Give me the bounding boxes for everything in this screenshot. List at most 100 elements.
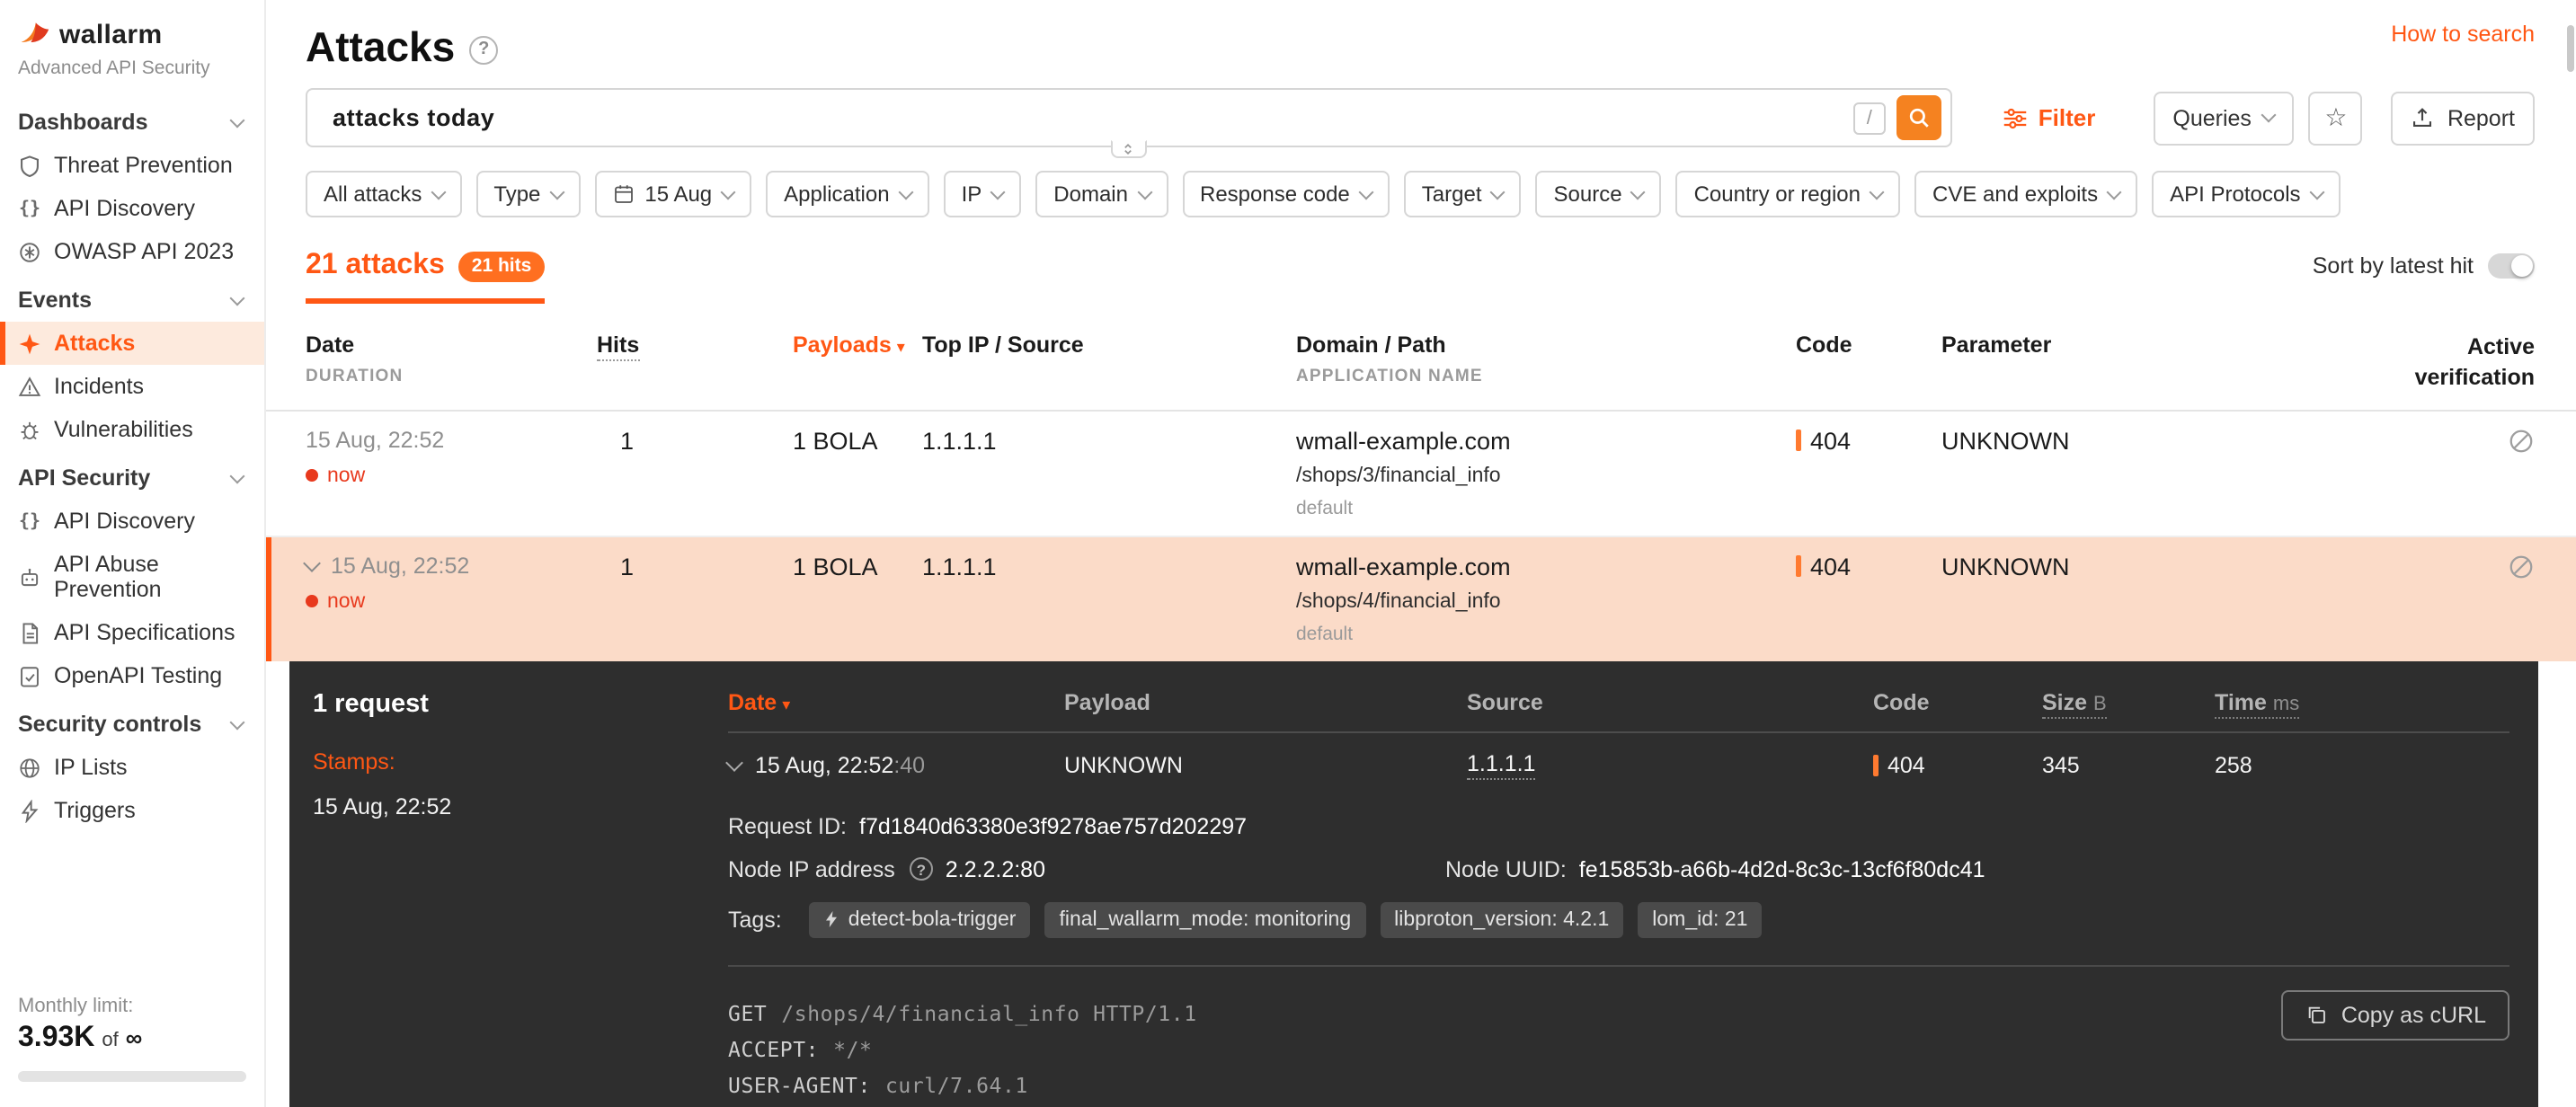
search-resize-handle[interactable] [1111,140,1147,158]
search-toolbar: / Filter Queries ☆ Report [306,88,2535,147]
monthly-limit-label: Monthly limit: [18,996,246,1017]
chevron-down-icon [898,185,913,200]
infinity-icon: ∞ [126,1024,143,1051]
filter-button[interactable]: Filter [1992,102,2107,133]
search-button[interactable] [1896,95,1941,140]
attacks-count: 21 attacks [306,250,445,282]
requests-count: 1 request [313,690,728,719]
chevron-down-icon [230,714,245,730]
http-header-accept: ACCEPT:*/* [728,1037,2509,1062]
copy-as-curl-button[interactable]: Copy as cURL [2282,990,2509,1041]
sidebar-item-api-discovery[interactable]: {} API Discovery [0,187,264,230]
queries-dropdown[interactable]: Queries [2153,91,2295,145]
sidebar-nav: Dashboards Threat Prevention {} API Disc… [0,101,264,832]
nav-section-api-security[interactable]: API Security [0,456,264,500]
filter-chip-api-protocols[interactable]: API Protocols [2152,171,2340,217]
chevron-down-icon [431,185,446,200]
chevron-down-icon [1490,185,1506,200]
column-active-verification: Active verification [2301,332,2535,394]
sidebar-item-openapi-testing[interactable]: OpenAPI Testing [0,654,264,697]
filter-chip-cve[interactable]: CVE and exploits [1914,171,2137,217]
http-header-user-agent: USER-AGENT:curl/7.64.1 [728,1073,2509,1098]
filter-chip-date[interactable]: 15 Aug [594,171,751,217]
attack-domain-cell: wmall-example.com /shops/4/financial_inf… [1296,554,1796,645]
request-code: 404 [1873,753,2042,778]
tag-final-wallarm-mode[interactable]: final_wallarm_mode: monitoring [1044,902,1365,938]
column-hits[interactable]: Hits [597,332,793,358]
report-button[interactable]: Report [2392,91,2535,145]
search-icon [1907,106,1931,129]
chevron-down-icon [549,185,564,200]
req-column-time[interactable]: Time ms [2215,690,2509,715]
attack-burst-icon [18,332,41,355]
attack-details-panel: 1 request Stamps: 15 Aug, 22:52 Date▾ Pa… [289,661,2538,1107]
active-verification-cell[interactable] [2301,554,2535,586]
sidebar-item-owasp-api-2023[interactable]: OWASP API 2023 [0,230,264,273]
sidebar-item-ip-lists[interactable]: IP Lists [0,746,264,789]
owasp-icon [18,240,41,263]
chevron-down-icon[interactable] [303,554,321,572]
filter-chip-type[interactable]: Type [475,171,580,217]
attack-payloads-cell: 1 BOLA [793,554,922,580]
sidebar-item-api-abuse-prevention[interactable]: API Abuse Prevention [0,543,264,611]
info-icon[interactable]: ? [910,858,933,881]
results-summary: 21 attacks 21 hits Sort by latest hit [306,250,2535,304]
column-domain-path: Domain / Path APPLICATION NAME [1296,332,1796,386]
chevron-down-icon [1630,185,1646,200]
filter-chip-all-attacks[interactable]: All attacks [306,171,461,217]
filter-chip-target[interactable]: Target [1404,171,1522,217]
sidebar-item-api-specifications[interactable]: API Specifications [0,611,264,654]
nav-section-security-controls[interactable]: Security controls [0,703,264,746]
filter-chip-response-code[interactable]: Response code [1182,171,1390,217]
document-icon [18,621,41,644]
filter-chip-domain[interactable]: Domain [1035,171,1168,217]
main-content: Attacks ? How to search / Filter Queries [266,0,2576,1107]
attack-hits-cell: 1 [597,428,793,455]
how-to-search-link[interactable]: How to search [2391,22,2535,47]
filter-chip-country[interactable]: Country or region [1676,171,1900,217]
chevron-down-icon [990,185,1006,200]
search-input[interactable] [329,102,1853,133]
filter-chip-source[interactable]: Source [1536,171,1662,217]
stamp-value: 15 Aug, 22:52 [313,794,728,819]
verification-disabled-icon [2508,428,2535,455]
sidebar-item-api-discovery-2[interactable]: {} API Discovery [0,500,264,543]
attack-date-cell: 15 Aug, 22:52 now [306,554,597,613]
filter-chip-application[interactable]: Application [766,171,928,217]
chevron-down-icon [230,290,245,306]
chevron-down-icon[interactable] [725,754,743,772]
request-source[interactable]: 1.1.1.1 [1467,751,1535,780]
sort-desc-icon: ▾ [782,695,790,713]
active-verification-cell[interactable] [2301,428,2535,460]
node-uuid-value: fe15853b-a66b-4d2d-8c3c-13cf6f80dc41 [1579,857,1985,882]
nav-section-dashboards[interactable]: Dashboards [0,101,264,144]
help-icon[interactable]: ? [469,35,498,64]
sidebar-item-triggers[interactable]: Triggers [0,789,264,832]
monthly-limit-value: 3.93K [18,1023,94,1055]
filter-chip-ip[interactable]: IP [944,171,1022,217]
sort-desc-icon: ▾ [897,338,905,356]
sidebar-item-attacks[interactable]: Attacks [0,322,264,365]
http-request-line: GET/shops/4/financial_info HTTP/1.1 [728,1001,2509,1026]
logo[interactable]: wallarm [0,18,264,50]
sort-toggle[interactable] [2488,253,2535,279]
sidebar-item-vulnerabilities[interactable]: Vulnerabilities [0,408,264,451]
sidebar-item-threat-prevention[interactable]: Threat Prevention [0,144,264,187]
chevron-down-icon [721,185,736,200]
attack-hits-cell: 1 [597,554,793,580]
req-column-date[interactable]: Date▾ [728,690,1064,715]
attack-row-1[interactable]: 15 Aug, 22:52 now 1 1 BOLA 1.1.1.1 wmall… [266,412,2576,537]
tag-lom-id[interactable]: lom_id: 21 [1638,902,1762,938]
lightning-icon [18,799,41,822]
favorite-button[interactable]: ☆ [2309,91,2363,145]
tag-libproton-version[interactable]: libproton_version: 4.2.1 [1380,902,1623,938]
attack-row-2-expanded[interactable]: 15 Aug, 22:52 now 1 1 BOLA 1.1.1.1 wmall… [266,537,2576,661]
stamps-label: Stamps: [313,749,728,775]
request-row[interactable]: 15 Aug, 22:52:40 UNKNOWN 1.1.1.1 404 345… [728,733,2509,796]
req-column-size[interactable]: Size B [2042,690,2215,715]
nav-section-events[interactable]: Events [0,279,264,322]
sidebar-item-incidents[interactable]: Incidents [0,365,264,408]
tag-detect-bola-trigger[interactable]: detect-bola-trigger [809,902,1031,938]
column-payloads[interactable]: Payloads▾ [793,332,922,358]
scrollbar-thumb[interactable] [2567,25,2574,72]
